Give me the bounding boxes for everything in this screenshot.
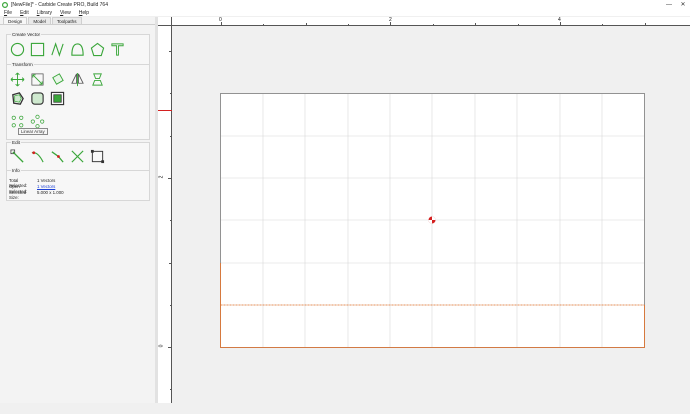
left-ruler: 2 0 [158, 26, 172, 403]
menu-view[interactable]: View [60, 10, 71, 16]
app-logo-icon [2, 1, 8, 8]
top-ruler: 0 2 4 [172, 17, 690, 26]
status-bar [0, 403, 690, 414]
trim-tool-icon[interactable] [29, 148, 46, 165]
scale-tool-icon[interactable] [29, 71, 46, 88]
title-bar: [NewFile]* - Carbide Create PRO, Build 7… [0, 0, 690, 9]
ruler-corner [158, 17, 172, 26]
boolean-tool-icon[interactable] [49, 90, 66, 107]
tab-toolpaths[interactable]: Toolpaths [51, 17, 82, 24]
rectangle-tool-icon[interactable] [29, 41, 46, 58]
window-title: [NewFile]* - Carbide Create PRO, Build 7… [11, 1, 108, 8]
ruler-label-y2: 2 [158, 175, 165, 179]
menu-library[interactable]: Library [37, 10, 52, 16]
join-tool-icon[interactable] [49, 148, 66, 165]
section-title-edit: Edit [11, 140, 21, 145]
delete-tool-icon[interactable] [69, 148, 86, 165]
tab-model[interactable]: Model [28, 17, 51, 24]
info-label: Selected Size: [9, 190, 27, 200]
circle-tool-icon[interactable] [9, 41, 26, 58]
minimize-icon[interactable]: — [662, 0, 676, 9]
offset-tool-icon[interactable] [9, 90, 26, 107]
section-title-info: Info [11, 168, 21, 173]
menu-help[interactable]: Help [79, 10, 89, 16]
tab-design[interactable]: Design [3, 17, 28, 24]
mirror-tool-icon[interactable] [69, 71, 86, 88]
polyline-tool-icon[interactable] [49, 41, 66, 58]
menu-bar: File Edit Library View Help [0, 9, 690, 16]
move-tool-icon[interactable] [9, 71, 26, 88]
tab-bar: Design Model Toolpaths [0, 17, 155, 25]
ruler-label-y0: 0 [158, 344, 165, 348]
text-tool-icon[interactable] [109, 41, 126, 58]
ruler-cursor-marker [158, 110, 172, 111]
rotate-tool-icon[interactable] [49, 71, 66, 88]
canvas-drawing[interactable] [172, 26, 690, 403]
origin-marker [428, 216, 436, 224]
menu-file[interactable]: File [4, 10, 12, 16]
info-selected-size: Selected Size: 5.000 x 1.000 [9, 190, 64, 200]
close-icon[interactable]: ✕ [676, 0, 690, 9]
section-title-transform: Transform [11, 62, 34, 67]
align-tool-icon[interactable] [89, 71, 106, 88]
curve-tool-icon[interactable] [69, 41, 86, 58]
polygon-tool-icon[interactable] [89, 41, 106, 58]
close-vector-tool-icon[interactable] [89, 148, 106, 165]
info-value: 5.000 x 1.000 [37, 190, 64, 195]
side-panel: Design Model Toolpaths Create Vector Tra… [0, 17, 155, 403]
fillet-tool-icon[interactable] [29, 90, 46, 107]
node-edit-tool-icon[interactable] [9, 148, 26, 165]
menu-edit[interactable]: Edit [20, 10, 29, 16]
section-title-create-vector: Create Vector [11, 32, 42, 37]
linear-array-tooltip: Linear Array [18, 128, 48, 135]
design-canvas[interactable] [172, 26, 690, 403]
